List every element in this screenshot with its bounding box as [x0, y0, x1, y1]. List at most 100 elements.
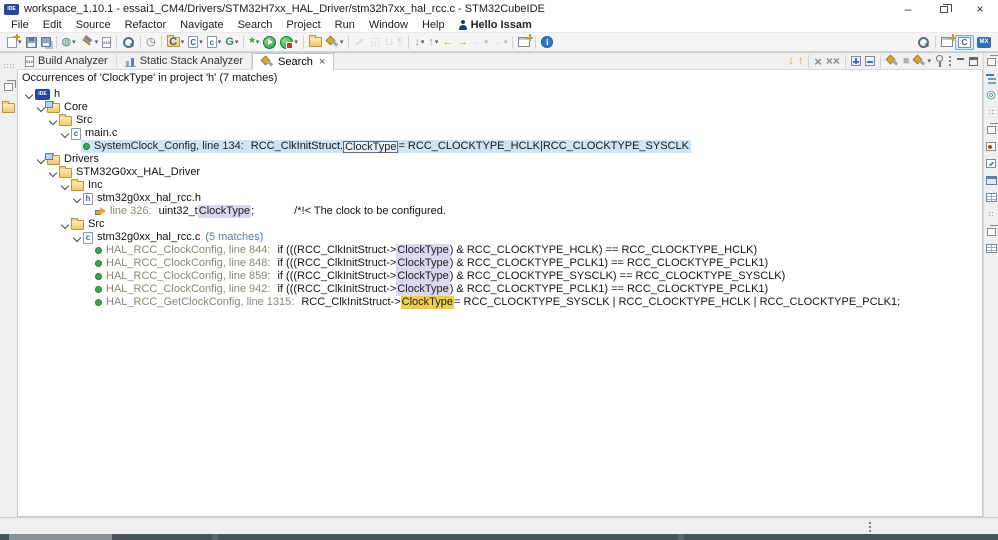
access-search-button[interactable]: [915, 34, 932, 51]
tree-node-main-c[interactable]: c main.c: [18, 127, 982, 140]
open-perspective-right-button[interactable]: [939, 34, 956, 51]
save-button[interactable]: [24, 34, 39, 51]
taskbar-segment[interactable]: [9, 534, 112, 540]
tree-node-stm32g0xx-hal-driver[interactable]: STM32G0xx_HAL_Driver: [18, 165, 982, 179]
menu-project[interactable]: Project: [279, 19, 327, 31]
back-history-button[interactable]: ← ▾: [470, 34, 490, 51]
tab-close-icon[interactable]: ×: [319, 56, 325, 68]
search-small-button[interactable]: [120, 34, 137, 51]
previous-match-button[interactable]: ↑: [796, 53, 806, 70]
last-edit-forward-button[interactable]: →: [455, 34, 470, 51]
minimize-view-button[interactable]: [954, 53, 967, 70]
help-info-button[interactable]: i: [539, 34, 555, 51]
previous-annotation-button[interactable]: ↑ ▾: [426, 34, 440, 51]
tab-build-analyzer[interactable]: 010 Build Analyzer: [17, 53, 117, 69]
restore-editor-button[interactable]: [2, 78, 16, 95]
profile-button[interactable]: ▾: [278, 34, 300, 51]
tree-chevron[interactable]: [59, 129, 69, 138]
build-targets-view-button[interactable]: ◎: [986, 87, 996, 104]
search-match-row[interactable]: line 326: uint32_t ClockType; /*!< The clo…: [18, 205, 982, 218]
restore-debug-stack-button[interactable]: [986, 121, 998, 138]
perspective-cpp-button[interactable]: C: [955, 34, 974, 50]
search-match-row[interactable]: SystemClock_Config, line 134: RCC_ClkInit…: [18, 140, 982, 153]
open-perspective-button[interactable]: [516, 34, 534, 51]
tree-chevron[interactable]: [35, 155, 45, 164]
menu-file[interactable]: File: [4, 19, 36, 31]
run-button[interactable]: [261, 34, 278, 51]
trim-dots-1-button[interactable]: [988, 104, 994, 121]
search-match-row[interactable]: HAL_RCC_ClockConfig, line 942: if (((RCC_…: [18, 283, 982, 296]
search-flashlight-button[interactable]: ▾: [324, 34, 346, 51]
debug-config-button[interactable]: * ▾: [247, 34, 261, 51]
breakpoints-view-button[interactable]: [986, 138, 996, 155]
tree-node-src[interactable]: Src: [18, 217, 982, 231]
search-match-row[interactable]: HAL_RCC_ClockConfig, line 848: if (((RCC_…: [18, 257, 982, 270]
restore-misc-stack-button[interactable]: [986, 223, 998, 240]
maximize-view-button[interactable]: [967, 53, 980, 70]
tree-chevron[interactable]: [47, 168, 57, 177]
tab-static-stack-analyzer[interactable]: Static Stack Analyzer: [117, 53, 253, 69]
taskbar-segment[interactable]: [212, 534, 218, 540]
perspective-mx-button[interactable]: MX: [974, 35, 994, 50]
toggle-source-header-button[interactable]: ◱: [368, 34, 382, 51]
user-greeting[interactable]: Hello Issam: [458, 19, 532, 31]
launch-button[interactable]: ◍ ▾: [60, 34, 78, 51]
close-button[interactable]: ×: [962, 0, 998, 18]
open-folder-button[interactable]: [307, 34, 324, 51]
terminate-search-button[interactable]: ■: [901, 53, 912, 70]
tree-chevron[interactable]: [59, 220, 69, 229]
search-history-button[interactable]: [0, 99, 17, 116]
tree-chevron[interactable]: [59, 181, 69, 190]
trim-dots-2-button[interactable]: [988, 206, 994, 223]
menu-navigate[interactable]: Navigate: [173, 19, 230, 31]
remove-all-matches-button[interactable]: ××: [824, 53, 842, 70]
last-edit-back-button[interactable]: ←: [440, 34, 455, 51]
run-search-again-button[interactable]: [884, 53, 901, 70]
tree-node-stm32g0xx-hal-rcc-c[interactable]: c stm32g0xx_hal_rcc.c (5 matches): [18, 231, 982, 244]
minimize-button[interactable]: –: [890, 0, 926, 18]
statusbar-drag-handle-icon[interactable]: [868, 521, 872, 533]
tree-node-stm32g0xx-hal-rcc-h[interactable]: h stm32g0xx_hal_rcc.h: [18, 192, 982, 205]
generate-code-button[interactable]: G ▾: [223, 34, 240, 51]
new-wizard-button[interactable]: ▾: [5, 33, 24, 51]
menu-refactor[interactable]: Refactor: [118, 19, 174, 31]
tree-node-core[interactable]: Core: [18, 100, 982, 114]
build-analyzer-button[interactable]: 010: [100, 34, 113, 51]
device-configuration-button[interactable]: ◷: [144, 34, 158, 51]
new-c-project-button[interactable]: C ▾: [165, 34, 187, 51]
tree-node-inc[interactable]: Inc: [18, 178, 982, 192]
search-match-row[interactable]: HAL_RCC_ClockConfig, line 844: if (((RCC_…: [18, 244, 982, 257]
tree-chevron[interactable]: [71, 194, 81, 203]
tree-node-h[interactable]: IDE h: [18, 88, 982, 101]
search-match-row[interactable]: HAL_RCC_GetClockConfig, line 1315: RCC_Cl…: [18, 296, 982, 309]
menu-window[interactable]: Window: [362, 19, 415, 31]
next-match-button[interactable]: ↓: [786, 53, 796, 70]
menu-source[interactable]: Source: [69, 19, 118, 31]
os-taskbar[interactable]: [0, 534, 998, 540]
console-view-button[interactable]: [985, 172, 997, 189]
build-button[interactable]: ▾: [78, 34, 101, 51]
tree-chevron[interactable]: [47, 116, 57, 125]
tree-chevron[interactable]: [35, 103, 45, 112]
previous-searches-button[interactable]: ▾: [911, 53, 933, 70]
view-menu-button[interactable]: [946, 53, 954, 70]
menu-run[interactable]: Run: [328, 19, 362, 31]
expand-all-button[interactable]: [849, 53, 863, 70]
tree-chevron[interactable]: [71, 233, 81, 242]
restore-outline-stack-button[interactable]: [986, 53, 998, 70]
forward-history-button[interactable]: → ▾: [490, 34, 510, 51]
tab-search[interactable]: Search ×: [252, 53, 335, 70]
remove-match-button[interactable]: ×: [812, 53, 824, 70]
pin-view-button[interactable]: [933, 53, 946, 70]
restore-button[interactable]: [926, 0, 962, 18]
tree-node-drivers[interactable]: Drivers: [18, 152, 982, 166]
mark-occurrences-button[interactable]: ⊔: [383, 34, 396, 51]
show-whitespace-button[interactable]: ¶: [395, 34, 405, 51]
menu-help[interactable]: Help: [415, 19, 452, 31]
expressions-view-button[interactable]: [986, 155, 996, 172]
registers-view-button[interactable]: [985, 240, 997, 257]
trim-handle-button[interactable]: [2, 57, 16, 74]
taskbar-segment[interactable]: [678, 534, 684, 540]
new-cpp-source-button[interactable]: C ▾: [186, 34, 205, 51]
menu-edit[interactable]: Edit: [36, 19, 69, 31]
